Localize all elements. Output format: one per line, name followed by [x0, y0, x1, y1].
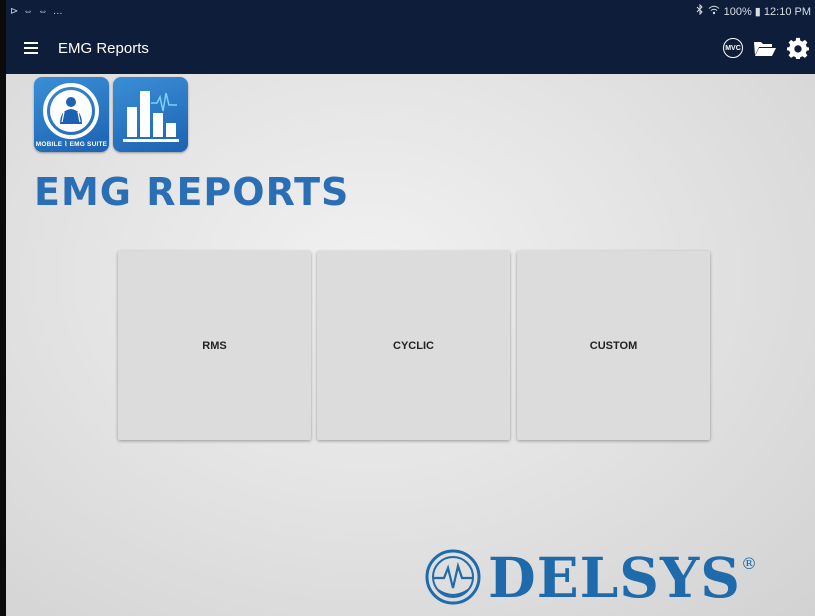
app-title: EMG Reports [58, 39, 149, 57]
app-actions: MVC [723, 22, 809, 74]
mvc-label: MVC [725, 44, 741, 52]
folder-icon [754, 42, 776, 56]
cyclic-report-tile[interactable]: CYCLIC [317, 251, 510, 440]
mvc-icon: MVC [723, 38, 743, 58]
registered-mark: ® [741, 554, 757, 573]
suite-logo-text: MOBILE ⌇ EMG SUITE [35, 141, 108, 148]
mvc-button[interactable]: MVC [723, 38, 743, 58]
notification-icons-text: ⊳ ⇔ ⇔ … [10, 5, 64, 17]
folder-button[interactable] [753, 38, 777, 58]
delsys-wordmark: DELSYS [488, 544, 741, 610]
notification-icons: ⊳ ⇔ ⇔ … [10, 6, 64, 17]
suite-ring-icon [43, 83, 99, 139]
custom-report-tile[interactable]: CUSTOM [517, 251, 710, 440]
rms-report-tile[interactable]: RMS [118, 251, 311, 440]
status-indicators: 100% ▮ 12:10 PM [696, 3, 811, 18]
emg-reports-logo[interactable] [113, 77, 188, 152]
mobile-emg-suite-logo[interactable]: MOBILE ⌇ EMG SUITE [34, 77, 109, 152]
status-bar: ⊳ ⇔ ⇔ … 100% ▮ 12:10 PM [6, 0, 815, 22]
app-bar: EMG Reports MVC [6, 22, 815, 74]
bluetooth-icon [696, 3, 704, 18]
delsys-logo: DELSYS ® [424, 548, 757, 606]
page-title: EMG REPORTS [34, 170, 350, 214]
battery-and-clock: 100% ▮ 12:10 PM [723, 5, 811, 18]
wifi-icon [708, 5, 720, 18]
tile-label-custom: CUSTOM [589, 339, 638, 352]
screen: ⊳ ⇔ ⇔ … 100% ▮ 12:10 PM EMG Reports MVC … [6, 0, 815, 616]
menu-icon[interactable] [24, 42, 40, 54]
settings-button[interactable] [787, 37, 809, 59]
bar-chart-icon [123, 91, 179, 142]
delsys-emblem-icon [425, 549, 481, 605]
tile-label-cyclic: CYCLIC [393, 339, 434, 352]
tile-label-rms: RMS [202, 339, 227, 352]
gear-icon [787, 37, 809, 59]
